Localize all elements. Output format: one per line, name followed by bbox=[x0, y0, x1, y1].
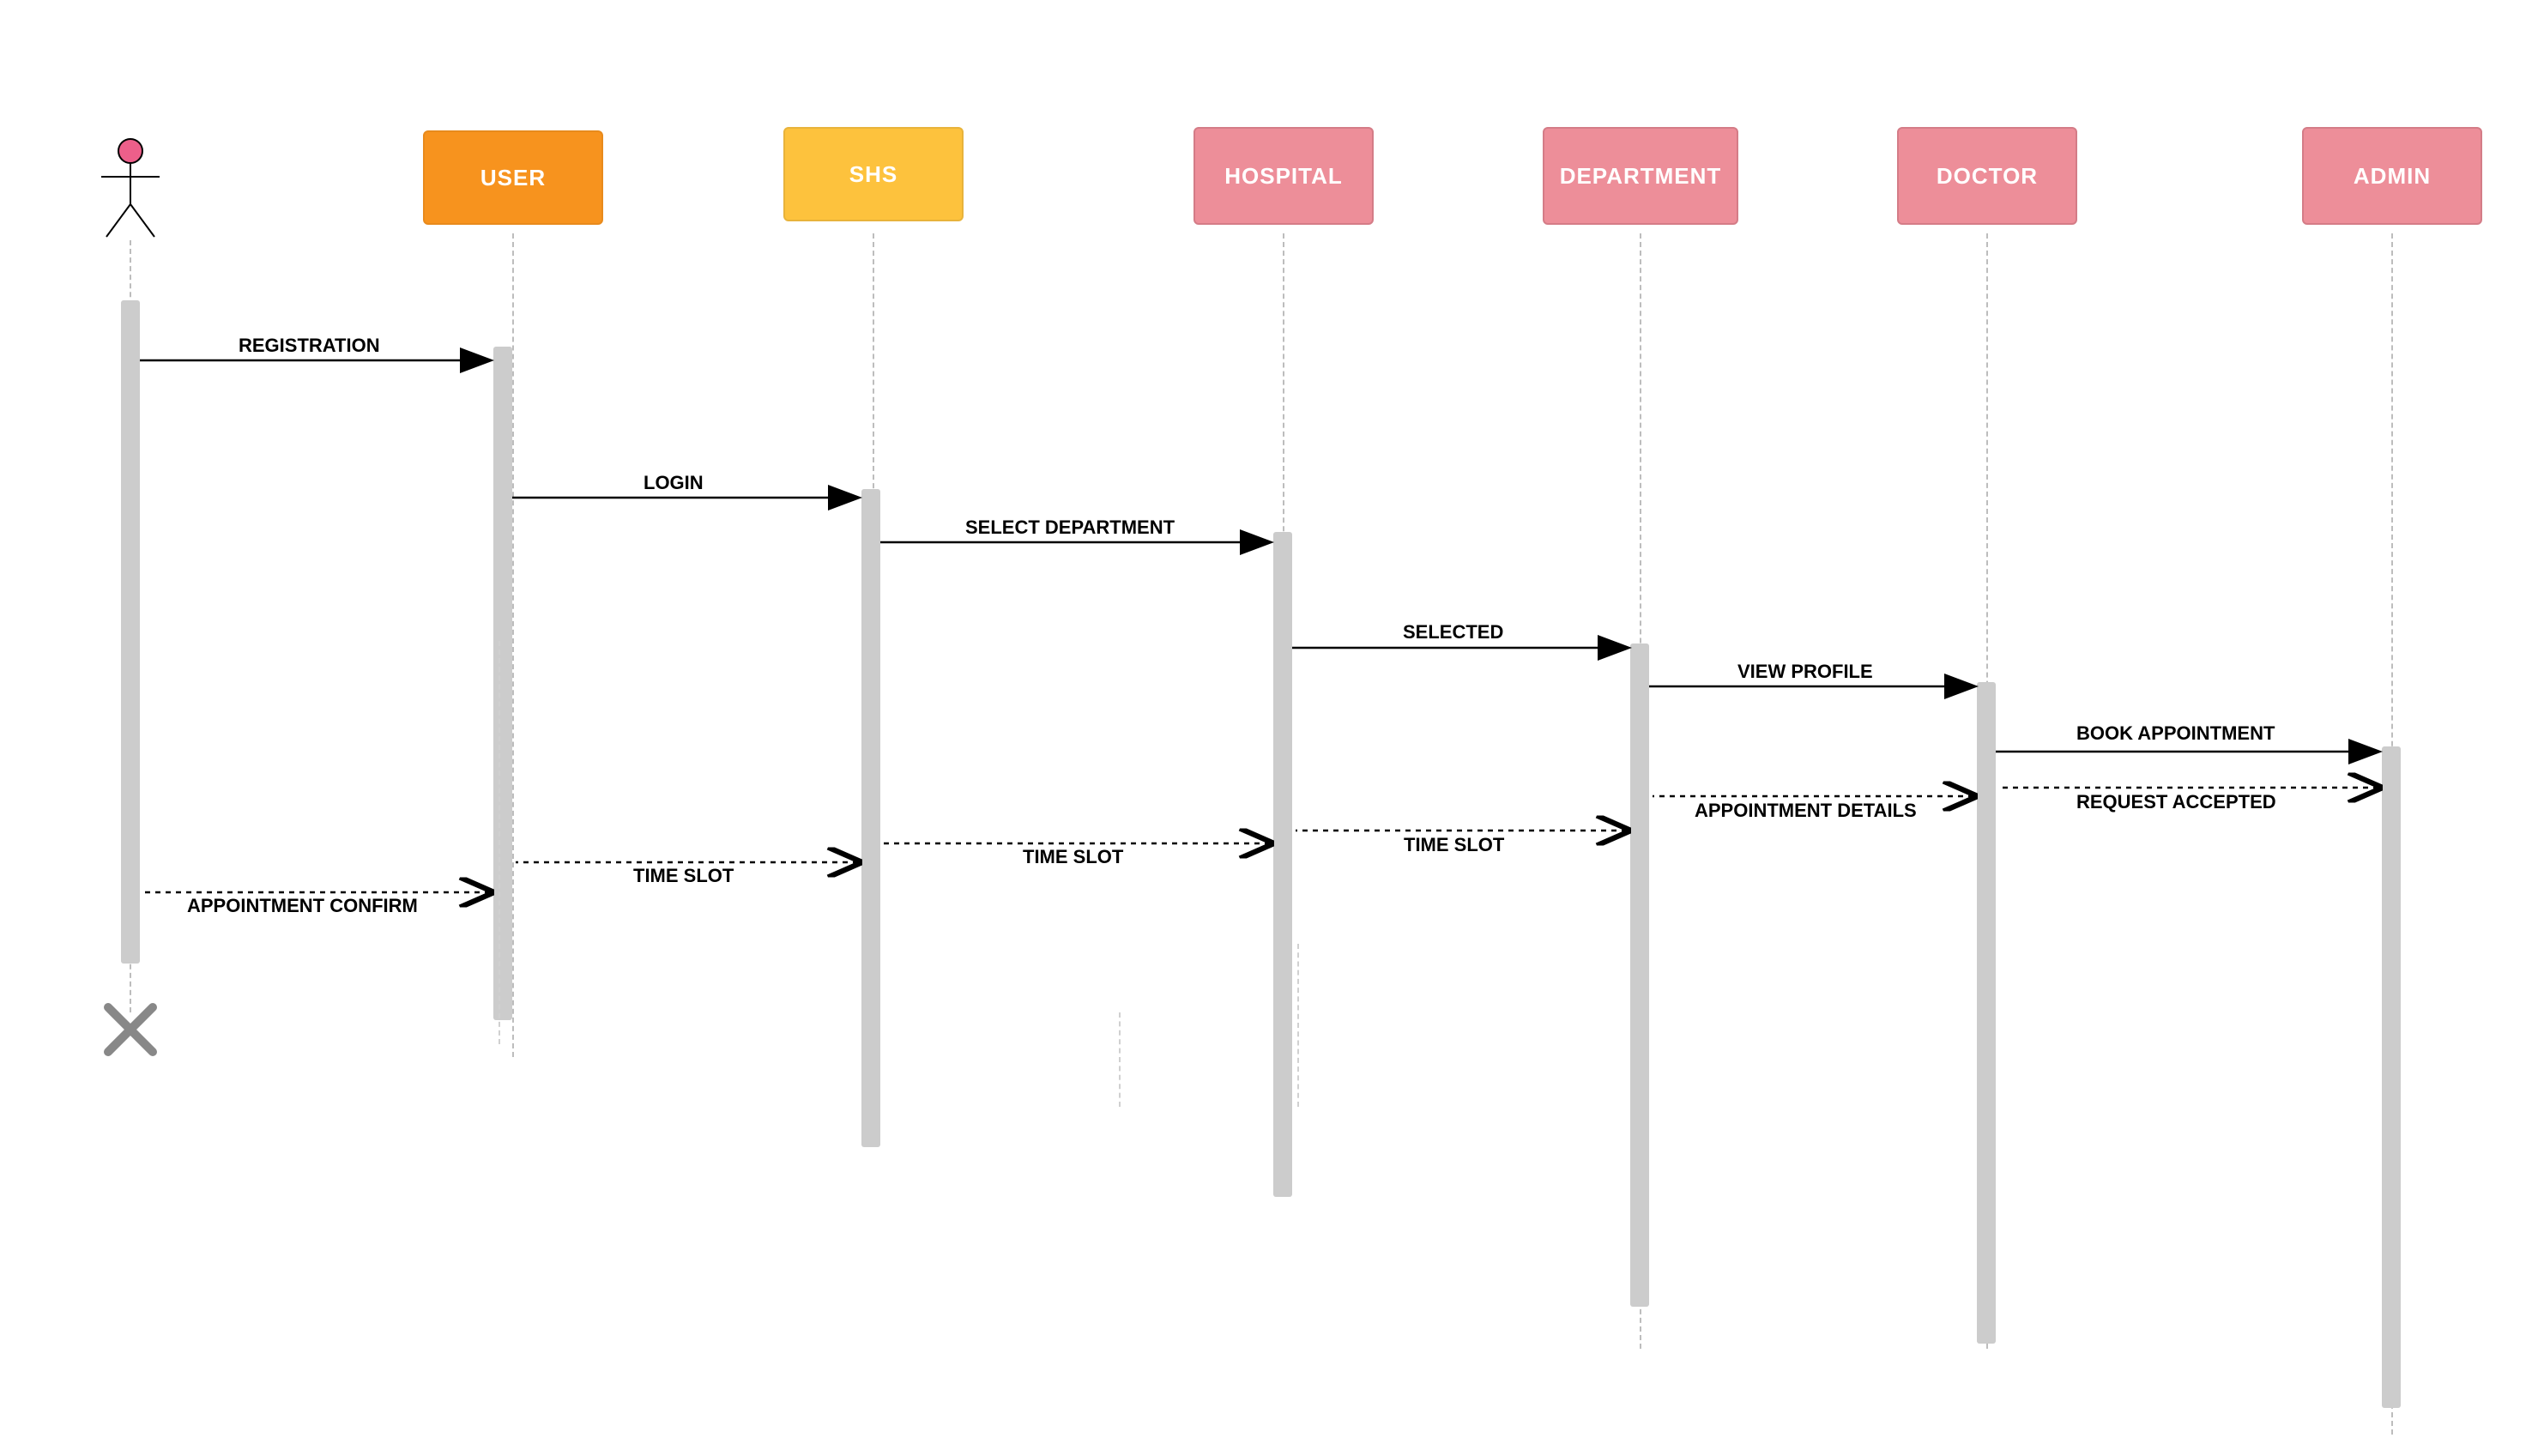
lifeline-user-head: USER bbox=[423, 130, 603, 225]
activation-doctor bbox=[1977, 682, 1996, 1344]
msg-appointment-confirm: APPOINTMENT CONFIRM bbox=[187, 895, 418, 917]
msg-view-profile: VIEW PROFILE bbox=[1737, 661, 1873, 683]
msg-appointment-details: APPOINTMENT DETAILS bbox=[1695, 800, 1917, 822]
activation-user bbox=[493, 347, 512, 1020]
lifeline-department-head: DEPARTMENT bbox=[1543, 127, 1738, 225]
msg-select-department: SELECT DEPARTMENT bbox=[965, 517, 1175, 539]
activation-end-hospital bbox=[1297, 944, 1299, 1107]
activation-actor bbox=[121, 300, 140, 964]
msg-login: LOGIN bbox=[644, 472, 704, 494]
msg-registration: REGISTRATION bbox=[239, 335, 380, 357]
lifeline-user-dash bbox=[512, 233, 514, 1057]
lifeline-admin-head: ADMIN bbox=[2302, 127, 2482, 225]
msg-request-accepted: REQUEST ACCEPTED bbox=[2076, 791, 2276, 813]
msg-selected: SELECTED bbox=[1403, 621, 1503, 643]
activation-department bbox=[1630, 643, 1649, 1307]
activation-end-shs bbox=[1119, 1012, 1121, 1107]
msg-book-appointment: BOOK APPOINTMENT bbox=[2076, 722, 2275, 745]
activation-shs bbox=[861, 489, 880, 1147]
activation-admin bbox=[2382, 746, 2401, 1408]
msg-time-slot-3: TIME SLOT bbox=[633, 865, 734, 887]
actor-icon bbox=[94, 137, 166, 240]
msg-time-slot-1: TIME SLOT bbox=[1404, 834, 1504, 856]
lifeline-hospital-head: HOSPITAL bbox=[1193, 127, 1374, 225]
lifeline-doctor-head: DOCTOR bbox=[1897, 127, 2077, 225]
msg-time-slot-2: TIME SLOT bbox=[1023, 846, 1123, 868]
lifeline-shs-head: SHS bbox=[783, 127, 964, 221]
activation-end-user bbox=[499, 641, 500, 1044]
activation-hospital bbox=[1273, 532, 1292, 1197]
sequence-diagram: USER SHS HOSPITAL DEPARTMENT DOCTOR ADMI… bbox=[0, 0, 2538, 1456]
